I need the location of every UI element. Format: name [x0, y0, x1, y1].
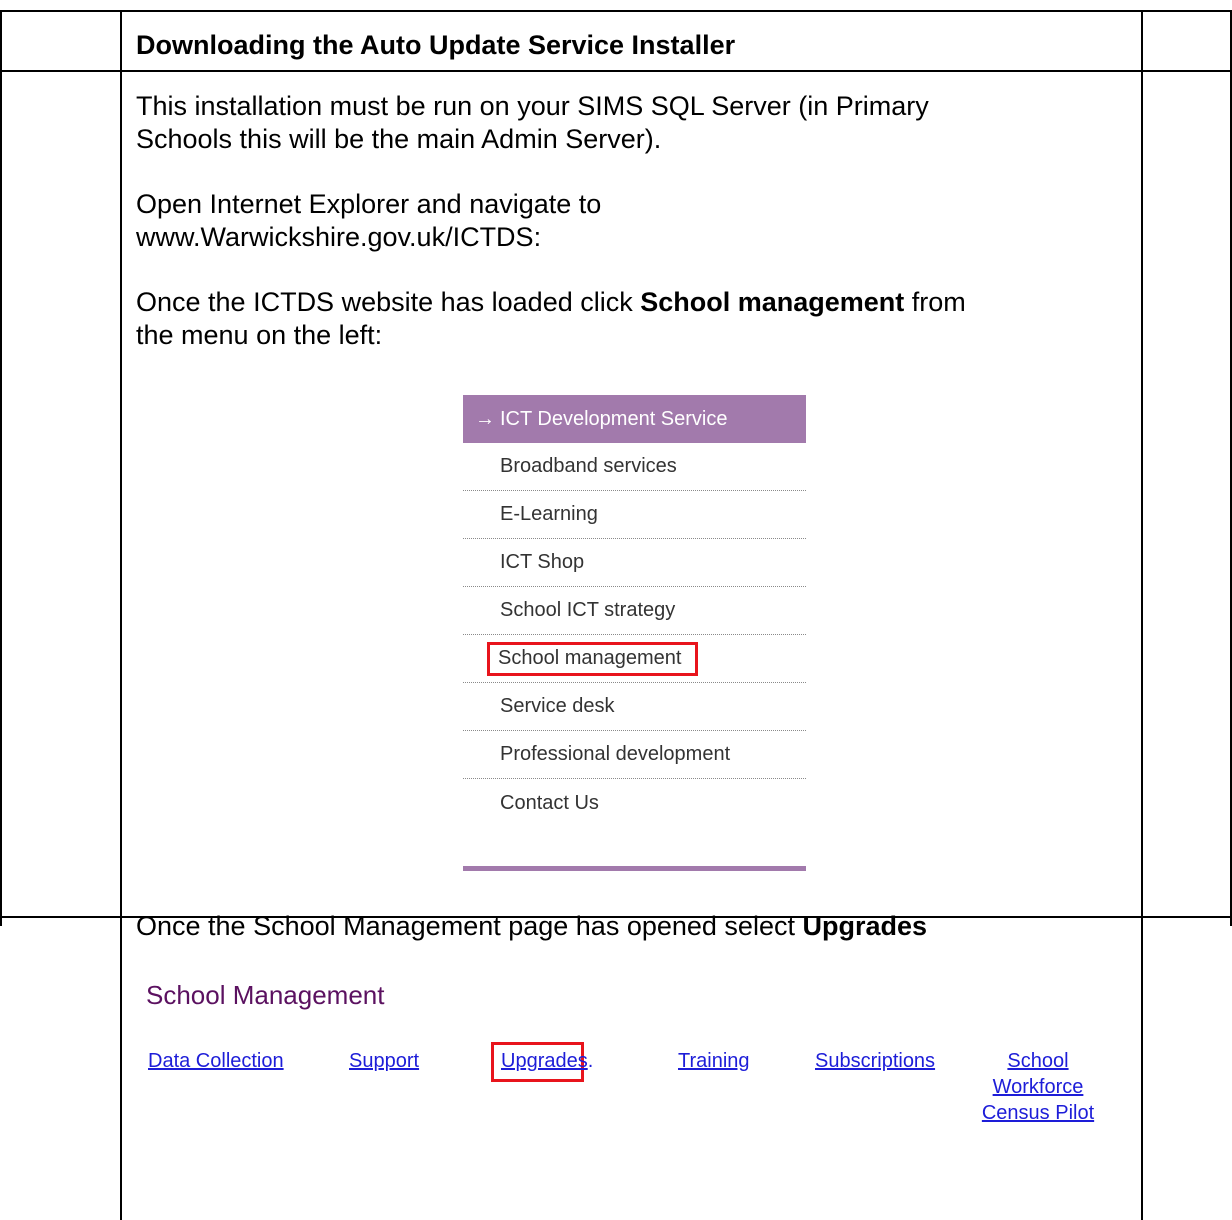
- paragraph-text: Once the ICTDS website has loaded click: [136, 287, 641, 317]
- menu-header[interactable]: → ICT Development Service: [463, 395, 806, 443]
- paragraph-text: Schools this will be the main Admin Serv…: [136, 124, 662, 154]
- menu-item-school-management[interactable]: School management: [463, 635, 806, 683]
- menu-item-school-ict-strategy[interactable]: School ICT strategy: [463, 587, 806, 635]
- paragraph-text: from: [904, 287, 966, 317]
- table-border-left: [0, 10, 2, 926]
- link-line: Workforce: [992, 1076, 1084, 1098]
- table-border-top: [0, 10, 1232, 12]
- upgrades-suffix: .: [587, 1050, 594, 1072]
- paragraph-text: the menu on the left:: [136, 320, 383, 350]
- table-border-col2: [1141, 10, 1143, 1220]
- menu-item-label: Professional development: [500, 743, 731, 765]
- menu-item-e-learning[interactable]: E-Learning: [463, 491, 806, 539]
- link-data-collection[interactable]: Data Collection: [148, 1048, 284, 1074]
- table-border-col1: [120, 10, 122, 1220]
- link-upgrades[interactable]: Upgrades: [501, 1050, 588, 1072]
- instruction-paragraph-4: Once the School Management page has open…: [136, 910, 927, 943]
- menu-item-ict-shop[interactable]: ICT Shop: [463, 539, 806, 587]
- menu-item-service-desk[interactable]: Service desk: [463, 683, 806, 731]
- menu-item-label: E-Learning: [500, 503, 598, 525]
- paragraph-bold-text: Upgrades: [802, 911, 928, 941]
- menu-item-label: School ICT strategy: [500, 599, 676, 621]
- menu-header-label: ICT Development Service: [500, 407, 728, 430]
- link-school-workforce-census-pilot[interactable]: School Workforce Census Pilot: [968, 1048, 1108, 1126]
- link-line: Census Pilot: [981, 1102, 1095, 1124]
- paragraph-text: Once the School Management page has open…: [136, 911, 803, 941]
- section-heading: Downloading the Auto Update Service Inst…: [136, 30, 736, 60]
- menu-item-label: Contact Us: [500, 791, 599, 814]
- paragraph-text: www.Warwickshire.gov.uk/ICTDS:: [136, 222, 542, 252]
- menu-item-label: Broadband services: [500, 455, 677, 477]
- paragraph-text: This installation must be run on your SI…: [136, 91, 929, 121]
- menu-item-label: Service desk: [500, 695, 615, 717]
- menu-item-broadband-services[interactable]: Broadband services: [463, 443, 806, 491]
- link-subscriptions[interactable]: Subscriptions: [815, 1048, 935, 1074]
- link-support[interactable]: Support: [349, 1048, 419, 1074]
- link-upgrades-wrapper: Upgrades.: [501, 1048, 593, 1074]
- instruction-paragraph-1: This installation must be run on your SI…: [136, 90, 929, 156]
- arrow-right-icon: →: [475, 407, 495, 430]
- school-management-title: School Management: [146, 980, 385, 1010]
- menu-item-contact-us[interactable]: Contact Us: [463, 779, 806, 827]
- instruction-paragraph-2: Open Internet Explorer and navigate to w…: [136, 188, 601, 254]
- paragraph-text: Open Internet Explorer and navigate to: [136, 189, 602, 219]
- link-line: School: [1007, 1050, 1069, 1072]
- menu-item-label: School management: [486, 641, 699, 676]
- paragraph-bold-text: School management: [640, 287, 905, 317]
- link-training[interactable]: Training: [678, 1048, 750, 1074]
- instruction-paragraph-3: Once the ICTDS website has loaded click …: [136, 286, 966, 352]
- table-border-row1: [0, 70, 1232, 72]
- menu-item-professional-development[interactable]: Professional development: [463, 731, 806, 779]
- menu-footer-bar: [463, 866, 806, 871]
- ictds-menu: → ICT Development Service Broadband serv…: [463, 395, 806, 871]
- menu-item-label: ICT Shop: [500, 551, 585, 573]
